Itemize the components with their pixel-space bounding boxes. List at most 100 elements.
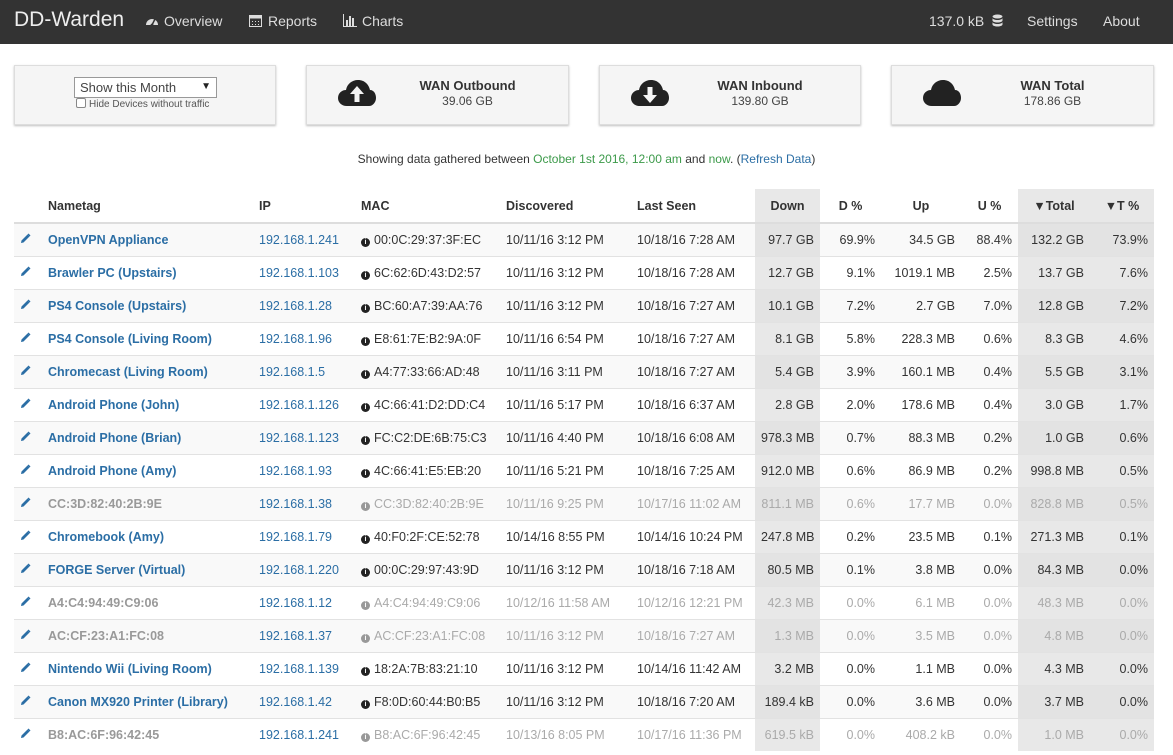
info-icon[interactable]: i (361, 501, 370, 511)
ip-link[interactable]: 192.168.1.103 (259, 266, 339, 280)
hide-devices-checkbox[interactable] (76, 98, 86, 108)
device-name-link[interactable]: Brawler PC (Upstairs) (48, 266, 177, 280)
device-name-link[interactable]: Android Phone (John) (48, 398, 179, 412)
info-icon[interactable]: i (361, 435, 370, 445)
pencil-icon[interactable] (20, 331, 31, 346)
device-name-link[interactable]: PS4 Console (Upstairs) (48, 299, 186, 313)
info-icon[interactable]: i (361, 567, 370, 577)
header-up[interactable]: Up (881, 189, 961, 224)
ip-link[interactable]: 192.168.1.42 (259, 695, 332, 709)
info-icon[interactable]: i (361, 468, 370, 478)
ip-cell: 192.168.1.139 (253, 651, 355, 685)
nav-about[interactable]: About (1103, 13, 1140, 29)
pencil-icon[interactable] (20, 298, 31, 313)
total-cell: 1.0 GB (1018, 420, 1090, 454)
ip-link[interactable]: 192.168.1.38 (259, 497, 332, 511)
ip-link[interactable]: 192.168.1.220 (259, 563, 339, 577)
filter-panel: Show this Month ▼ Hide Devices without t… (14, 65, 276, 125)
device-name-link[interactable]: A4:C4:94:49:C9:06 (48, 596, 158, 610)
header-total[interactable]: ▼Total (1018, 189, 1090, 224)
pencil-icon[interactable] (20, 694, 31, 709)
pencil-icon[interactable] (20, 463, 31, 478)
total-cell: 12.8 GB (1018, 288, 1090, 322)
hide-devices-option[interactable]: Hide Devices without traffic (76, 98, 209, 110)
device-name-link[interactable]: Chromebook (Amy) (48, 530, 164, 544)
info-icon[interactable]: i (361, 699, 370, 709)
ip-link[interactable]: 192.168.1.5 (259, 365, 325, 379)
info-icon[interactable]: i (361, 303, 370, 313)
device-name-link[interactable]: Android Phone (Amy) (48, 464, 176, 478)
device-name-link[interactable]: Canon MX920 Printer (Library) (48, 695, 228, 709)
info-icon[interactable]: i (361, 666, 370, 676)
ip-link[interactable]: 192.168.1.139 (259, 662, 339, 676)
ip-link[interactable]: 192.168.1.37 (259, 629, 332, 643)
period-select[interactable]: Show this Month ▼ (74, 77, 217, 98)
ip-link[interactable]: 192.168.1.241 (259, 233, 339, 247)
device-name-link[interactable]: Android Phone (Brian) (48, 431, 181, 445)
ip-link[interactable]: 192.168.1.93 (259, 464, 332, 478)
nav-reports[interactable]: Reports (249, 13, 317, 29)
pencil-icon[interactable] (20, 661, 31, 676)
pencil-icon[interactable] (20, 496, 31, 511)
info-icon[interactable]: i (361, 402, 370, 412)
device-name-link[interactable]: PS4 Console (Living Room) (48, 332, 212, 346)
ip-link[interactable]: 192.168.1.123 (259, 431, 339, 445)
pencil-icon[interactable] (20, 430, 31, 445)
ip-link[interactable]: 192.168.1.28 (259, 299, 332, 313)
ip-link[interactable]: 192.168.1.241 (259, 728, 339, 742)
header-down-pct[interactable]: D % (820, 189, 881, 224)
info-icon[interactable]: i (361, 369, 370, 379)
device-name-link[interactable]: OpenVPN Appliance (48, 233, 168, 247)
header-total-pct[interactable]: ▼T % (1090, 189, 1154, 224)
refresh-data-link[interactable]: Refresh Data (741, 152, 812, 166)
info-icon[interactable]: i (361, 633, 370, 643)
ip-link[interactable]: 192.168.1.12 (259, 596, 332, 610)
info-icon[interactable]: i (361, 270, 370, 280)
edit-cell (14, 387, 42, 421)
info-icon[interactable]: i (361, 534, 370, 544)
up-cell: 17.7 MB (881, 486, 961, 520)
header-down[interactable]: Down (755, 189, 820, 224)
pencil-icon[interactable] (20, 628, 31, 643)
device-name-link[interactable]: FORGE Server (Virtual) (48, 563, 185, 577)
ip-link[interactable]: 192.168.1.126 (259, 398, 339, 412)
info-icon[interactable]: i (361, 600, 370, 610)
info-icon[interactable]: i (361, 732, 370, 742)
last-seen-cell: 10/17/16 11:36 PM (631, 717, 755, 751)
pencil-icon[interactable] (20, 364, 31, 379)
device-name-link[interactable]: Chromecast (Living Room) (48, 365, 208, 379)
device-name-link[interactable]: CC:3D:82:40:2B:9E (48, 497, 162, 511)
nav-charts[interactable]: Charts (343, 13, 403, 29)
info-icon[interactable]: i (361, 237, 370, 247)
pencil-icon[interactable] (20, 265, 31, 280)
total-pct-cell: 0.1% (1090, 519, 1154, 553)
pencil-icon[interactable] (20, 727, 31, 742)
up-pct-cell: 0.4% (961, 387, 1018, 421)
mac-cell: i A4:77:33:66:AD:48 (355, 354, 500, 388)
discovered-cell: 10/11/16 3:12 PM (500, 618, 631, 652)
nav-settings[interactable]: Settings (1027, 13, 1078, 29)
header-mac[interactable]: MAC (355, 189, 500, 224)
pencil-icon[interactable] (20, 232, 31, 247)
ip-link[interactable]: 192.168.1.96 (259, 332, 332, 346)
ip-cell: 192.168.1.241 (253, 717, 355, 751)
info-icon[interactable]: i (361, 336, 370, 346)
header-nametag[interactable]: Nametag (42, 189, 253, 224)
total-cell: 4.3 MB (1018, 651, 1090, 685)
device-name-link[interactable]: Nintendo Wii (Living Room) (48, 662, 212, 676)
pencil-icon[interactable] (20, 562, 31, 577)
device-name-link[interactable]: B8:AC:6F:96:42:45 (48, 728, 159, 742)
app-brand[interactable]: DD-Warden (14, 8, 124, 32)
pencil-icon[interactable] (20, 397, 31, 412)
pencil-icon[interactable] (20, 529, 31, 544)
ip-link[interactable]: 192.168.1.79 (259, 530, 332, 544)
header-up-pct[interactable]: U % (961, 189, 1018, 224)
pencil-icon[interactable] (20, 595, 31, 610)
nav-overview[interactable]: Overview (145, 13, 222, 29)
discovered-cell: 10/11/16 3:11 PM (500, 354, 631, 388)
header-ip[interactable]: IP (253, 189, 355, 224)
last-seen-cell: 10/17/16 11:02 AM (631, 486, 755, 520)
device-name-link[interactable]: AC:CF:23:A1:FC:08 (48, 629, 164, 643)
header-last-seen[interactable]: Last Seen (631, 189, 755, 224)
header-discovered[interactable]: Discovered (500, 189, 631, 224)
